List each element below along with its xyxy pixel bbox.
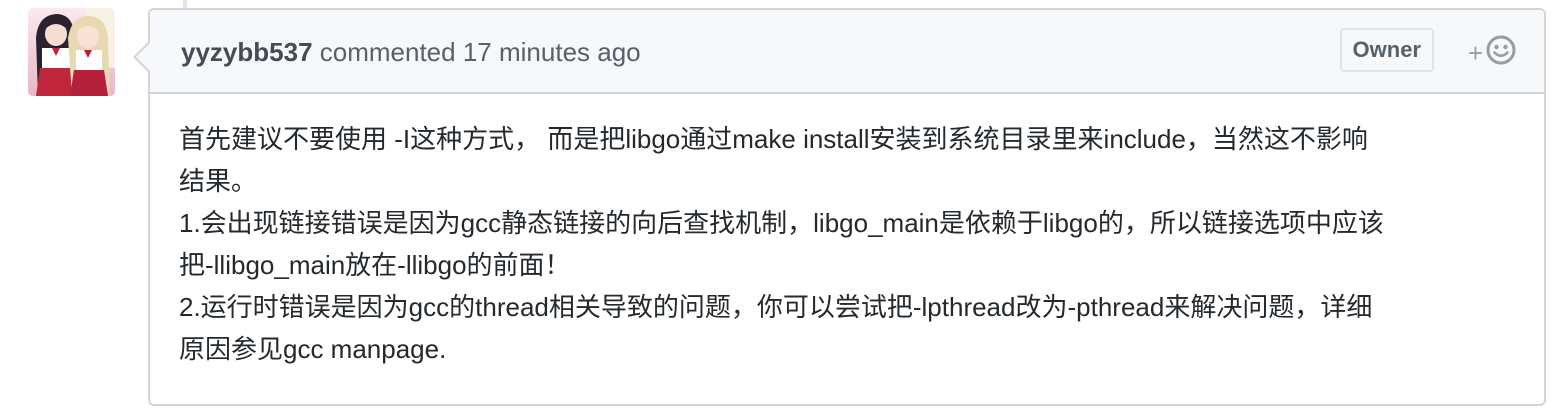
add-reaction-button[interactable]: + (1468, 35, 1516, 70)
owner-badge: Owner (1339, 28, 1434, 72)
comment-timestamp[interactable]: 17 minutes ago (463, 37, 641, 67)
avatar[interactable] (28, 8, 115, 96)
comment-body: 首先建议不要使用 -I这种方式， 而是把libgo通过make install安… (179, 118, 1524, 370)
smiley-icon (1486, 35, 1516, 70)
comment-body-line: 结果。 (179, 166, 258, 196)
comment-header: yyzybb537 commented 17 minutes ago Owner… (150, 10, 1544, 94)
comment-body-line: 原因参见gcc manpage. (179, 334, 447, 364)
plus-icon: + (1467, 37, 1483, 68)
comment-body-line: 把-llibgo_main放在-llibgo的前面！ (179, 250, 571, 280)
comment-body-line: 1.会出现链接错误是因为gcc静态链接的向后查找机制，libgo_main是依赖… (179, 208, 1384, 238)
author-link[interactable]: yyzybb537 (181, 37, 313, 67)
comment-header-text: yyzybb537 commented 17 minutes ago (181, 37, 641, 68)
comment-body-line: 2.运行时错误是因为gcc的thread相关导致的问题，你可以尝试把-lpthr… (179, 292, 1373, 322)
comment-action: commented (319, 37, 456, 67)
comment-body-line: 首先建议不要使用 -I这种方式， 而是把libgo通过make install安… (179, 124, 1368, 154)
timeline-line (183, 0, 187, 8)
